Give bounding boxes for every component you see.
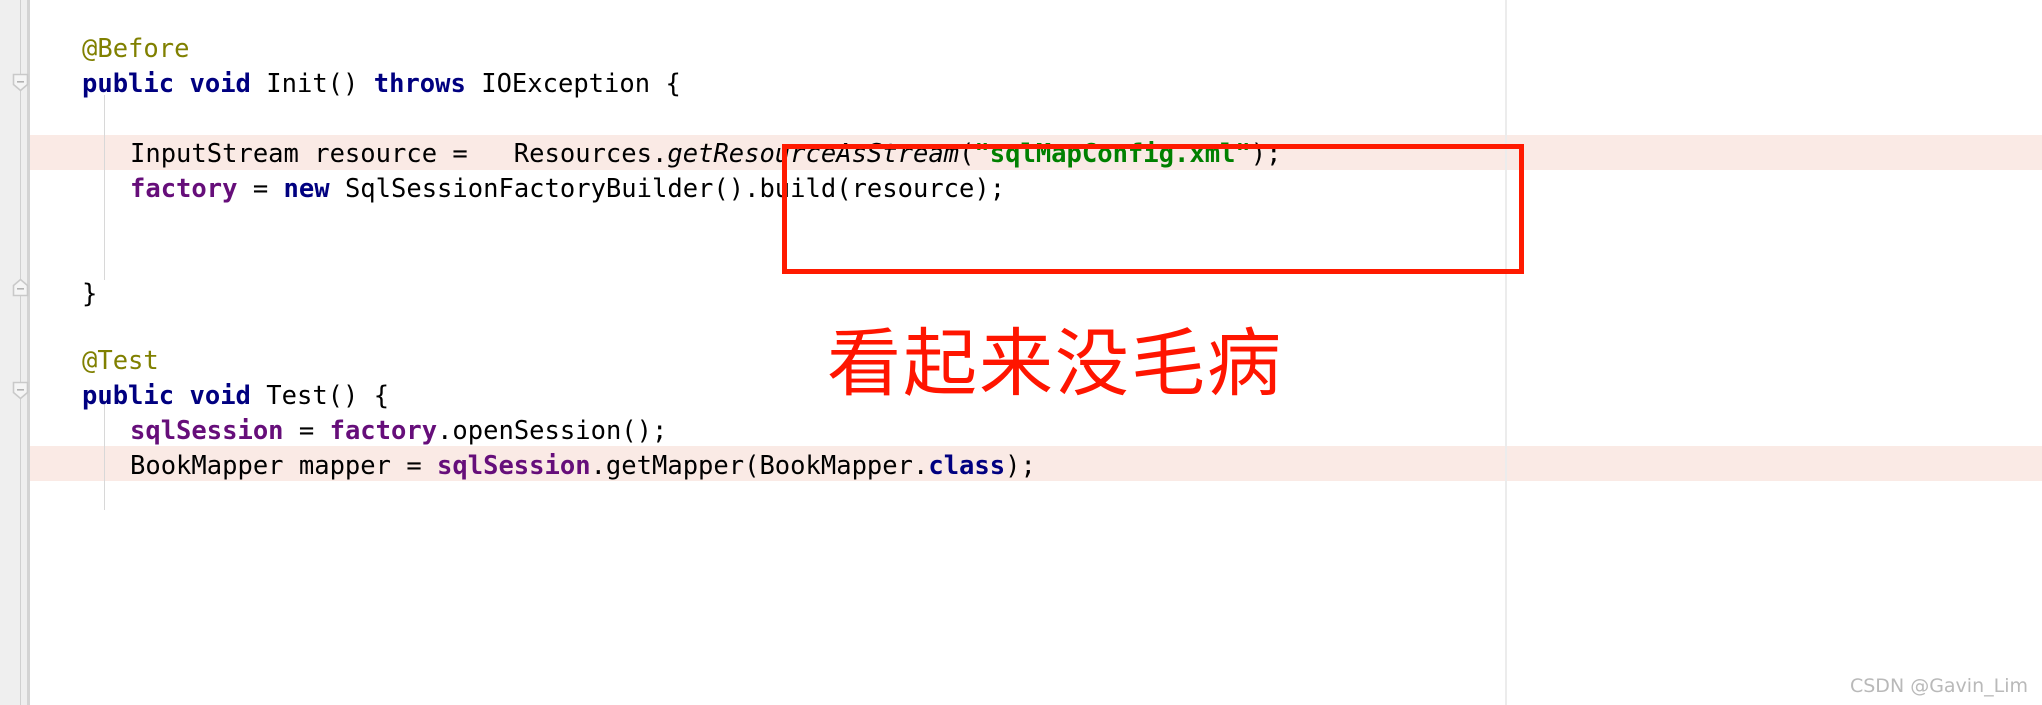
line-test-signature: public void Test() {	[0, 379, 389, 414]
code-token: sqlSession	[130, 416, 284, 446]
code-token: public	[82, 69, 175, 99]
code-token: class	[928, 451, 1006, 481]
code-token: =	[283, 416, 330, 446]
red-annotation-caption: 看起来没毛病	[827, 321, 1283, 407]
editor-screenshot: @Before public void Init() throws IOExcep…	[0, 0, 2042, 705]
code-token: "sqlMapConfig.xml"	[974, 139, 1251, 169]
line-get-mapper: BookMapper mapper = sqlSession.getMapper…	[0, 449, 1036, 484]
code-token: );	[1005, 451, 1036, 481]
code-token: InputStream resource = Resources.	[130, 139, 668, 169]
code-token: IOException {	[465, 69, 681, 99]
code-token: @Before	[82, 34, 190, 64]
csdn-watermark: CSDN @Gavin_Lim	[1849, 675, 2028, 697]
code-token: .getMapper(BookMapper.	[590, 451, 929, 481]
code-token: new	[283, 174, 330, 204]
code-token: sqlSession	[437, 451, 591, 481]
line-test-annotation: @Test	[0, 344, 159, 379]
code-token: getResourceAsStream	[667, 139, 960, 169]
code-token: void	[189, 69, 251, 99]
code-token: factory	[130, 174, 238, 204]
code-token: BookMapper mapper =	[130, 451, 438, 481]
code-token: Test() {	[250, 381, 390, 411]
code-token: .openSession();	[437, 416, 668, 446]
code-token: throws	[373, 69, 466, 99]
line-before-annotation: @Before	[0, 32, 189, 67]
line-open-session: sqlSession = factory.openSession();	[0, 414, 667, 449]
code-token: @Test	[82, 346, 159, 376]
line-factory-build: factory = new SqlSessionFactoryBuilder()…	[0, 172, 1005, 207]
code-token: );	[1250, 139, 1282, 169]
code-token: (	[959, 139, 975, 169]
code-token: void	[189, 381, 251, 411]
right-margin-ruler	[1505, 0, 1507, 705]
line-init-signature: public void Init() throws IOException {	[0, 67, 681, 102]
code-token: public	[82, 381, 175, 411]
code-token: factory	[329, 416, 438, 446]
code-token: =	[237, 174, 284, 204]
code-token: SqlSessionFactoryBuilder().build(resourc…	[329, 174, 1006, 204]
line-init-close-brace: }	[0, 277, 97, 312]
line-input-stream: InputStream resource = Resources.getReso…	[0, 137, 1281, 172]
code-token: Init()	[250, 69, 374, 99]
code-token: }	[82, 279, 98, 309]
